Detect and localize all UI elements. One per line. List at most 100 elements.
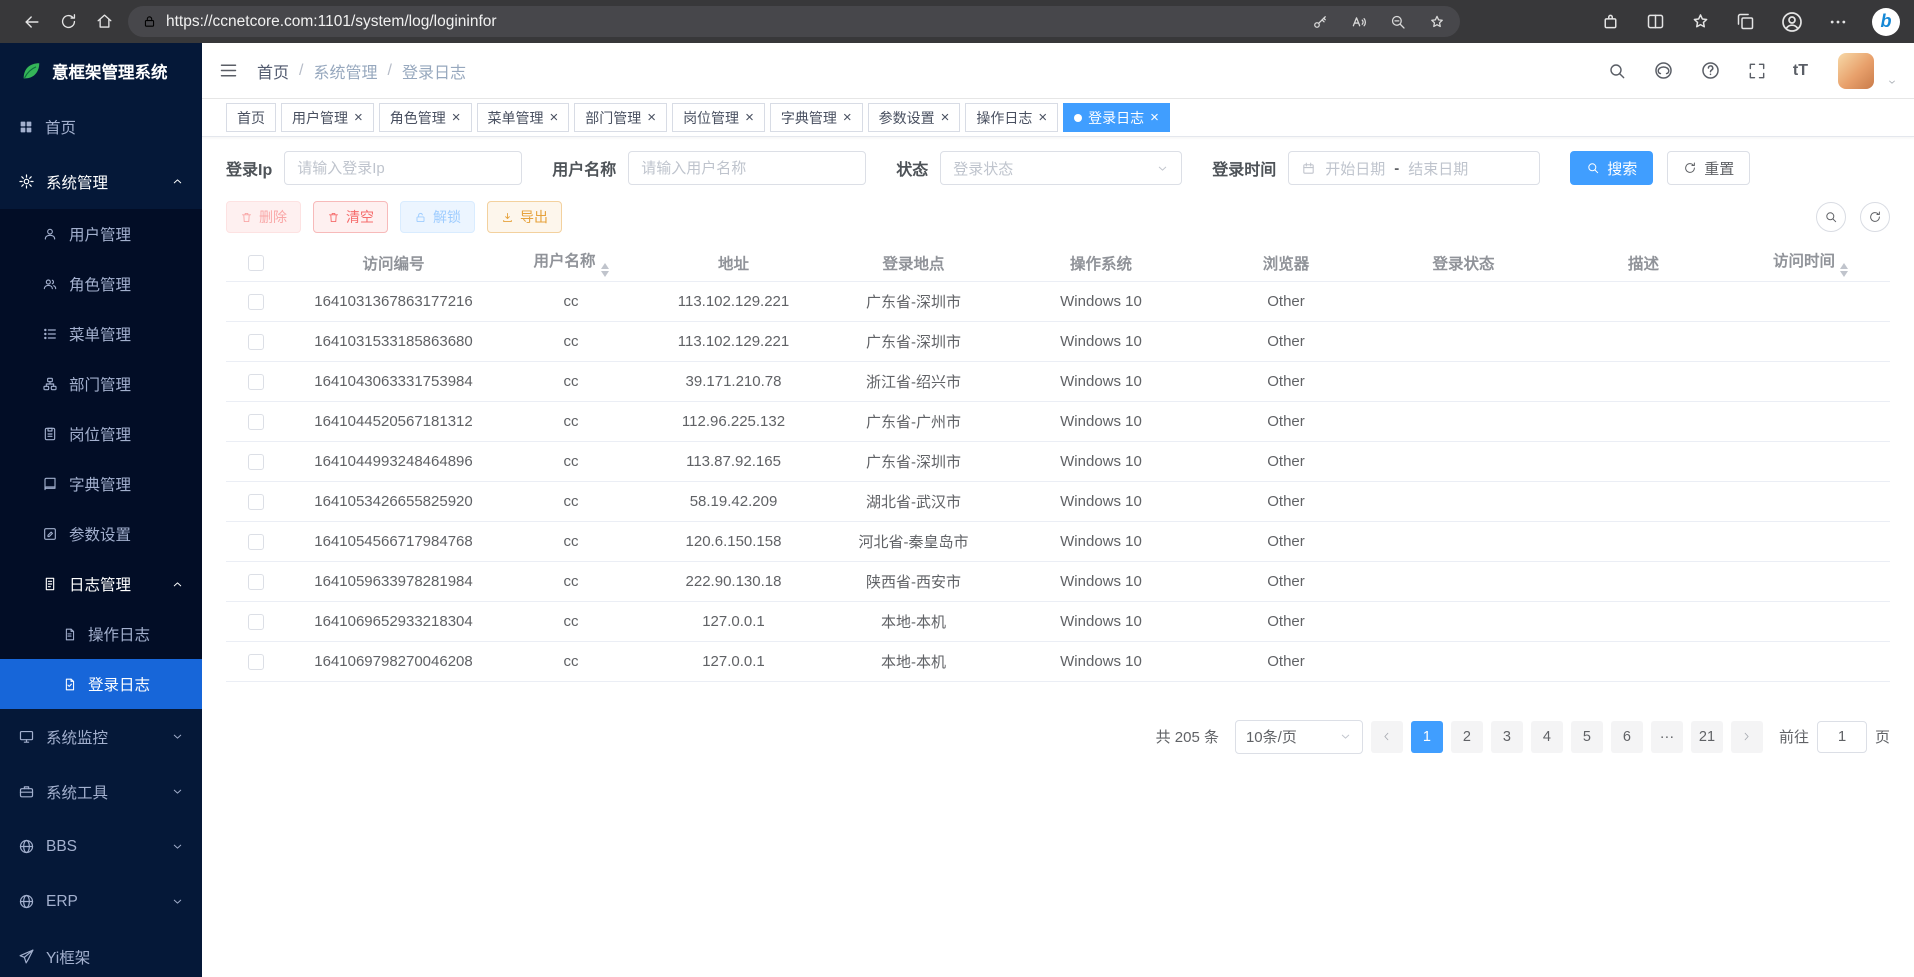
page-number-button[interactable]: 6 xyxy=(1611,721,1643,753)
tab-close-icon[interactable]: × xyxy=(1150,110,1159,125)
sidebar-item-erp[interactable]: ERP xyxy=(0,874,202,929)
user-name-input[interactable] xyxy=(641,160,853,177)
tab-close-icon[interactable]: × xyxy=(843,110,852,125)
bing-icon[interactable]: b xyxy=(1872,8,1900,36)
page-number-button[interactable]: 1 xyxy=(1411,721,1443,753)
breadcrumb-item[interactable]: 系统管理 xyxy=(313,59,377,83)
sort-caret-icon[interactable] xyxy=(601,263,609,278)
profile-icon[interactable] xyxy=(1780,10,1804,34)
search-icon[interactable] xyxy=(1607,61,1627,81)
fullscreen-icon[interactable] xyxy=(1747,61,1767,81)
tab-item[interactable]: 首页 xyxy=(226,103,276,132)
sidebar-item-login-log[interactable]: 登录日志 xyxy=(0,659,202,709)
github-icon[interactable] xyxy=(1653,60,1674,81)
tab-close-icon[interactable]: × xyxy=(550,110,559,125)
clear-button[interactable]: 清空 xyxy=(313,201,388,233)
row-checkbox[interactable] xyxy=(248,534,264,550)
column-header[interactable]: 访问时间 xyxy=(1731,245,1890,281)
sidebar-item-dept[interactable]: 部门管理 xyxy=(0,359,202,409)
row-checkbox[interactable] xyxy=(248,494,264,510)
sidebar-item-post[interactable]: 岗位管理 xyxy=(0,409,202,459)
help-icon[interactable] xyxy=(1700,60,1721,81)
page-number-button[interactable]: 5 xyxy=(1571,721,1603,753)
last-page-button[interactable]: 21 xyxy=(1691,721,1723,753)
select-all-checkbox[interactable] xyxy=(248,255,264,271)
font-size-icon[interactable]: tT xyxy=(1793,62,1808,80)
tab-item[interactable]: 操作日志× xyxy=(965,103,1058,132)
row-checkbox[interactable] xyxy=(248,334,264,350)
tab-item[interactable]: 菜单管理× xyxy=(477,103,570,132)
collections-icon[interactable] xyxy=(1735,11,1756,32)
sort-caret-icon[interactable] xyxy=(1840,263,1848,278)
sidebar-item-home[interactable]: 首页 xyxy=(0,99,202,154)
search-button[interactable]: 搜索 xyxy=(1570,151,1653,185)
split-screen-icon[interactable] xyxy=(1645,11,1666,32)
sidebar-item-bbs[interactable]: BBS xyxy=(0,819,202,874)
favorites-icon[interactable] xyxy=(1428,13,1446,31)
row-checkbox[interactable] xyxy=(248,454,264,470)
address-bar[interactable]: https://ccnetcore.com:1101/system/log/lo… xyxy=(128,6,1460,37)
date-range-picker[interactable]: 开始日期 - 结束日期 xyxy=(1288,151,1540,185)
sidebar-item-monitor[interactable]: 系统监控 xyxy=(0,709,202,764)
sidebar-item-role[interactable]: 角色管理 xyxy=(0,259,202,309)
tab-item[interactable]: 用户管理× xyxy=(281,103,374,132)
tab-close-icon[interactable]: × xyxy=(647,110,656,125)
page-size-select[interactable]: 10条/页 xyxy=(1235,720,1363,754)
browser-refresh-button[interactable] xyxy=(50,5,86,39)
extensions-icon[interactable] xyxy=(1600,11,1621,32)
page-number-button[interactable]: 3 xyxy=(1491,721,1523,753)
export-button[interactable]: 导出 xyxy=(487,201,562,233)
tab-close-icon[interactable]: × xyxy=(452,110,461,125)
column-header[interactable]: 用户名称 xyxy=(501,245,641,281)
tab-close-icon[interactable]: × xyxy=(1038,110,1047,125)
user-avatar[interactable] xyxy=(1838,53,1874,89)
key-icon[interactable] xyxy=(1311,13,1329,31)
delete-button[interactable]: 删除 xyxy=(226,201,301,233)
sidebar-item-user[interactable]: 用户管理 xyxy=(0,209,202,259)
sidebar-item-menu[interactable]: 菜单管理 xyxy=(0,309,202,359)
browser-home-button[interactable] xyxy=(86,5,122,39)
row-checkbox[interactable] xyxy=(248,294,264,310)
tab-item[interactable]: 参数设置× xyxy=(868,103,961,132)
row-checkbox[interactable] xyxy=(248,574,264,590)
favorites-bar-icon[interactable] xyxy=(1690,11,1711,32)
tab-close-icon[interactable]: × xyxy=(745,110,754,125)
row-checkbox[interactable] xyxy=(248,654,264,670)
status-select[interactable]: 登录状态 xyxy=(940,151,1182,185)
sidebar-item-dict[interactable]: 字典管理 xyxy=(0,459,202,509)
sidebar-item-system[interactable]: 系统管理 xyxy=(0,154,202,209)
page-number-button[interactable]: 2 xyxy=(1451,721,1483,753)
login-ip-input[interactable] xyxy=(297,160,509,177)
sidebar-item-param[interactable]: 参数设置 xyxy=(0,509,202,559)
sidebar-item-tools[interactable]: 系统工具 xyxy=(0,764,202,819)
unlock-button[interactable]: 解锁 xyxy=(400,201,475,233)
sidebar-item-yi[interactable]: Yi框架 xyxy=(0,929,202,977)
page-number-button[interactable]: 4 xyxy=(1531,721,1563,753)
read-aloud-icon[interactable] xyxy=(1350,13,1368,31)
row-checkbox[interactable] xyxy=(248,374,264,390)
row-checkbox[interactable] xyxy=(248,614,264,630)
goto-page-input[interactable] xyxy=(1817,721,1867,753)
refresh-table-button[interactable] xyxy=(1860,202,1890,232)
more-icon[interactable] xyxy=(1828,12,1848,32)
sidebar-toggle-button[interactable] xyxy=(218,60,239,81)
next-page-button[interactable] xyxy=(1731,721,1763,753)
reset-button[interactable]: 重置 xyxy=(1667,151,1750,185)
more-pages-button[interactable]: ··· xyxy=(1651,721,1683,753)
tab-close-icon[interactable]: × xyxy=(354,110,363,125)
user-name-field[interactable] xyxy=(628,151,866,185)
zoom-icon[interactable] xyxy=(1389,13,1407,31)
sidebar-item-log[interactable]: 日志管理 xyxy=(0,559,202,609)
tab-item[interactable]: 岗位管理× xyxy=(672,103,765,132)
tab-item[interactable]: 登录日志× xyxy=(1063,103,1170,132)
row-checkbox[interactable] xyxy=(248,414,264,430)
browser-back-button[interactable] xyxy=(14,5,50,39)
tab-item[interactable]: 字典管理× xyxy=(770,103,863,132)
caret-down-icon[interactable] xyxy=(1886,77,1898,89)
tab-close-icon[interactable]: × xyxy=(941,110,950,125)
tab-item[interactable]: 角色管理× xyxy=(379,103,472,132)
tab-item[interactable]: 部门管理× xyxy=(574,103,667,132)
login-ip-field[interactable] xyxy=(284,151,522,185)
breadcrumb-item[interactable]: 首页 xyxy=(257,59,289,83)
sidebar-item-operation-log[interactable]: 操作日志 xyxy=(0,609,202,659)
